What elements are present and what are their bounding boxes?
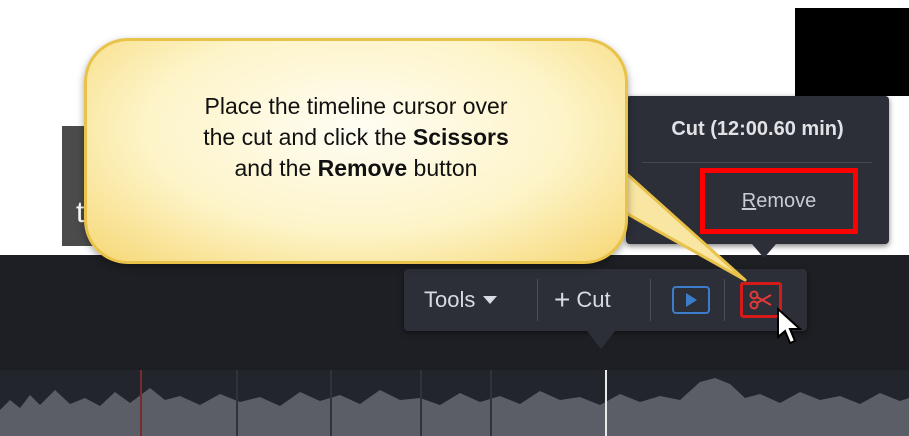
callout-line-3-end: button bbox=[407, 155, 478, 181]
cut-label: Cut bbox=[576, 287, 611, 312]
video-preview-edge bbox=[795, 8, 909, 96]
play-preview-icon bbox=[672, 286, 710, 314]
remove-highlight-box bbox=[700, 168, 858, 234]
preview-button[interactable] bbox=[672, 269, 710, 331]
timeline-toolbar: Tools + Cut bbox=[404, 269, 807, 349]
callout-text: Place the timeline cursor over the cut a… bbox=[87, 91, 625, 184]
popup-pointer bbox=[752, 244, 776, 258]
audio-waveform[interactable] bbox=[0, 370, 909, 436]
popup-divider bbox=[642, 162, 872, 163]
mouse-cursor-icon bbox=[777, 307, 803, 345]
toolbar-pointer bbox=[587, 331, 615, 349]
callout-line-2-text: the cut and click the bbox=[203, 124, 413, 150]
callout-line-1: Place the timeline cursor over bbox=[204, 93, 508, 119]
instruction-callout: Place the timeline cursor over the cut a… bbox=[84, 38, 628, 264]
callout-scissors-word: Scissors bbox=[412, 124, 509, 150]
tools-menu-button[interactable]: Tools bbox=[424, 269, 498, 331]
cut-popup-title: Cut (12:00.60 min) bbox=[671, 118, 844, 140]
playhead-line[interactable] bbox=[605, 370, 607, 436]
tools-label: Tools bbox=[424, 287, 476, 312]
plus-icon: + bbox=[554, 284, 571, 315]
callout-line-2: the cut and click the Scissors bbox=[87, 122, 625, 153]
chevron-down-icon bbox=[483, 296, 498, 304]
add-cut-button[interactable]: + Cut bbox=[554, 269, 611, 331]
callout-line-3-text: and the bbox=[234, 155, 318, 181]
toolbar-divider bbox=[650, 279, 651, 321]
callout-remove-word: Remove bbox=[317, 155, 408, 181]
toolbar-divider bbox=[537, 279, 538, 321]
callout-line-3: and the Remove button bbox=[87, 153, 625, 184]
toolbar-divider bbox=[724, 279, 725, 321]
